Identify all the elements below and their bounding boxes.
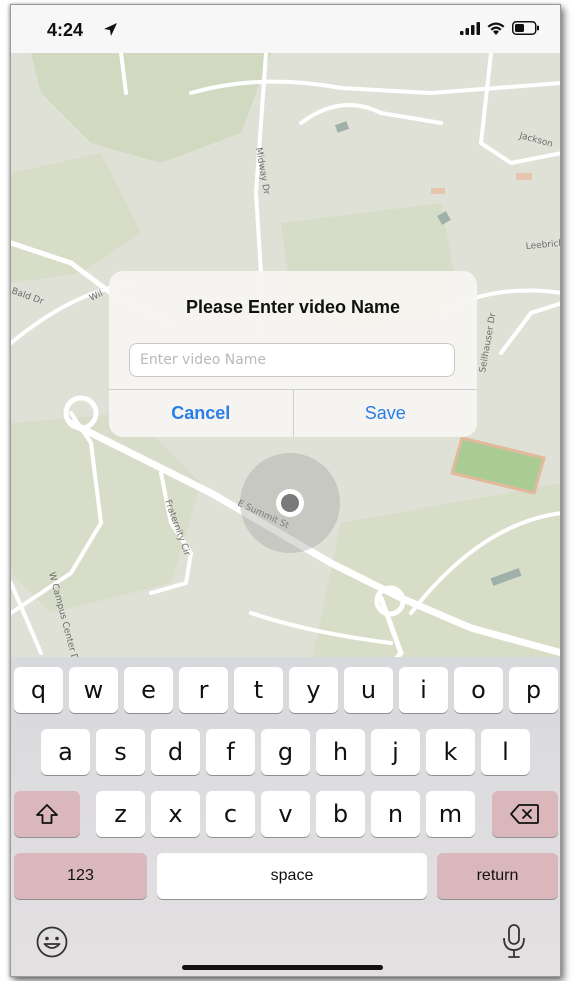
- wifi-icon: [487, 22, 505, 35]
- video-name-dialog: Please Enter video Name Cancel Save: [109, 271, 477, 437]
- home-indicator[interactable]: [182, 965, 383, 970]
- key-e[interactable]: e: [124, 667, 173, 713]
- key-s[interactable]: s: [96, 729, 145, 775]
- key-x[interactable]: x: [151, 791, 200, 837]
- keyboard-row-3: z x c v b n m: [11, 791, 560, 837]
- status-icons: [460, 21, 540, 35]
- key-f[interactable]: f: [206, 729, 255, 775]
- status-bar: 4:24: [11, 5, 560, 53]
- key-c[interactable]: c: [206, 791, 255, 837]
- key-t[interactable]: t: [234, 667, 283, 713]
- key-u[interactable]: u: [344, 667, 393, 713]
- save-button[interactable]: Save: [294, 390, 478, 437]
- key-j[interactable]: j: [371, 729, 420, 775]
- status-time: 4:24: [47, 20, 84, 40]
- key-p[interactable]: p: [509, 667, 558, 713]
- space-key[interactable]: space: [157, 853, 427, 899]
- key-g[interactable]: g: [261, 729, 310, 775]
- shift-icon: [36, 804, 58, 824]
- key-y[interactable]: y: [289, 667, 338, 713]
- key-o[interactable]: o: [454, 667, 503, 713]
- shift-key[interactable]: [14, 791, 80, 837]
- key-l[interactable]: l: [481, 729, 530, 775]
- battery-icon: [512, 21, 539, 35]
- key-v[interactable]: v: [261, 791, 310, 837]
- key-r[interactable]: r: [179, 667, 228, 713]
- keyboard-row-1: q w e r t y u i o p: [11, 667, 560, 713]
- microphone-icon[interactable]: [501, 923, 527, 959]
- key-d[interactable]: d: [151, 729, 200, 775]
- return-key[interactable]: return: [437, 853, 558, 899]
- emoji-icon[interactable]: [35, 925, 69, 959]
- numbers-key[interactable]: 123: [14, 853, 147, 899]
- key-q[interactable]: q: [14, 667, 63, 713]
- cancel-button[interactable]: Cancel: [109, 390, 294, 437]
- key-b[interactable]: b: [316, 791, 365, 837]
- dialog-button-bar: Cancel Save: [109, 389, 477, 437]
- key-a[interactable]: a: [41, 729, 90, 775]
- key-k[interactable]: k: [426, 729, 475, 775]
- keyboard-row-4: 123 space return: [11, 853, 560, 899]
- key-i[interactable]: i: [399, 667, 448, 713]
- phone-screen: 4:24 Jackson Midway Dr Leebrick Bald Dr …: [10, 4, 561, 977]
- key-w[interactable]: w: [69, 667, 118, 713]
- cellular-signal-icon: [460, 21, 480, 35]
- key-m[interactable]: m: [426, 791, 475, 837]
- keyboard-row-2: a s d f g h j k l: [11, 729, 560, 775]
- delete-key[interactable]: [492, 791, 558, 837]
- location-arrow-icon: [104, 23, 117, 36]
- key-n[interactable]: n: [371, 791, 420, 837]
- keyboard: q w e r t y u i o p a s d f g h j k l z …: [11, 657, 560, 976]
- dialog-title: Please Enter video Name: [185, 297, 401, 317]
- delete-icon: [510, 804, 539, 824]
- key-h[interactable]: h: [316, 729, 365, 775]
- key-z[interactable]: z: [96, 791, 145, 837]
- video-name-input[interactable]: [129, 343, 455, 377]
